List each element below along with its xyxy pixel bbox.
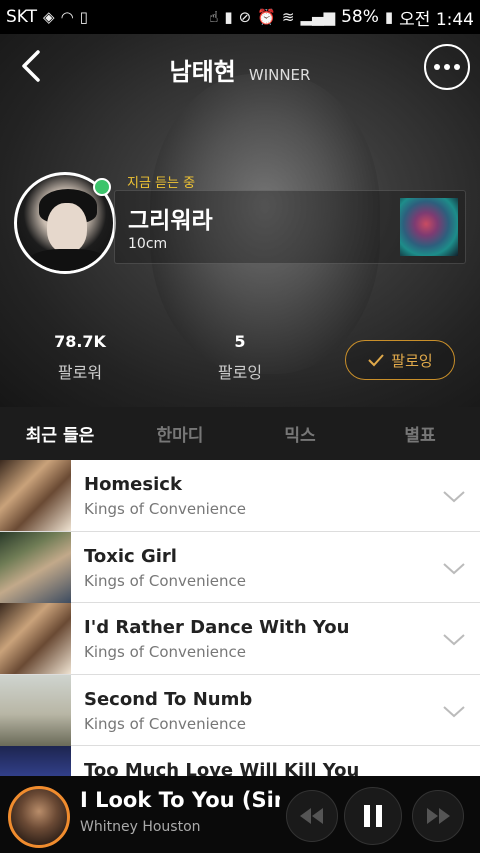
list-item[interactable]: Second To Numb Kings of Convenience <box>0 674 480 746</box>
battery-percent: 58% <box>341 7 379 27</box>
player-artist: Whitney Houston <box>80 819 201 835</box>
chevron-down-icon[interactable] <box>442 558 466 578</box>
more-dots-icon <box>444 64 450 70</box>
touch-icon: ☝ <box>209 8 219 26</box>
mini-player[interactable]: I Look To You (Sin… Whitney Houston <box>0 776 480 853</box>
recent-tracks-list: Homesick Kings of Convenience Toxic Girl… <box>0 460 480 776</box>
phone-icon: ▯ <box>79 8 88 26</box>
more-options-button[interactable] <box>424 44 470 90</box>
following-stat[interactable]: 5 팔로잉 <box>200 332 280 383</box>
top-bar: 남태현 WINNER <box>0 34 480 98</box>
pause-icon <box>364 805 382 827</box>
online-status-dot <box>93 178 111 196</box>
following-label: 팔로잉 <box>217 363 263 382</box>
wifi-icon: ≋ <box>281 8 295 26</box>
track-title: Second To Numb <box>84 688 253 710</box>
tab-comments[interactable]: 한마디 <box>120 407 240 460</box>
signal-icon: ▂▄▆ <box>300 8 336 26</box>
list-item[interactable]: Homesick Kings of Convenience <box>0 460 480 532</box>
now-listening-song: 그리워라 <box>128 208 213 234</box>
follow-button[interactable]: 팔로잉 <box>345 340 455 380</box>
followers-label: 팔로워 <box>57 363 103 382</box>
album-art <box>400 198 458 256</box>
profile-tabs: 최근 들은 한마디 믹스 별표 <box>0 407 480 460</box>
list-item[interactable]: I'd Rather Dance With You Kings of Conve… <box>0 603 480 675</box>
track-artist: Kings of Convenience <box>84 500 246 518</box>
track-artist: Kings of Convenience <box>84 643 246 661</box>
group-name: WINNER <box>248 66 311 84</box>
followers-stat[interactable]: 78.7K 팔로워 <box>40 332 120 383</box>
previous-button[interactable] <box>286 790 338 842</box>
track-artist: Kings of Convenience <box>84 714 246 733</box>
tab-recent[interactable]: 최근 들은 <box>0 407 120 460</box>
notification-icon: ◈ <box>43 8 55 26</box>
chevron-down-icon[interactable] <box>442 629 466 649</box>
tab-mix[interactable]: 믹스 <box>240 407 360 460</box>
vibrate-icon: ▮ <box>224 8 233 26</box>
now-listening-label: 지금 듣는 중 <box>127 176 196 191</box>
followers-count: 78.7K <box>54 332 106 351</box>
check-icon <box>368 354 385 367</box>
artist-name: 남태현 <box>169 58 236 86</box>
tab-starred[interactable]: 별표 <box>360 407 480 460</box>
album-art <box>0 746 71 776</box>
mute-icon: ⊘ <box>238 8 252 26</box>
more-dots-icon <box>454 64 460 70</box>
headphones-icon: ◠ <box>60 8 74 26</box>
track-artist: Kings of Convenience <box>84 571 246 590</box>
alarm-icon: ⏰ <box>257 8 276 26</box>
list-item[interactable]: Too Much Love Will Kill You <box>0 746 480 776</box>
track-title: Too Much Love Will Kill You <box>84 760 360 776</box>
player-song-title: I Look To You (Sin… <box>80 788 280 812</box>
now-listening-card[interactable]: 그리워라 10cm <box>114 190 466 264</box>
list-item[interactable]: Toxic Girl Kings of Convenience <box>0 531 480 603</box>
pause-button[interactable] <box>344 787 402 845</box>
carrier-label: SKT <box>6 7 38 27</box>
avatar-body <box>25 249 111 271</box>
track-title: Toxic Girl <box>84 545 177 567</box>
status-bar: SKT ◈ ◠ ▯ ☝ ▮ ⊘ ⏰ ≋ ▂▄▆ 58% ▮ 오전 1:44 <box>0 0 480 34</box>
following-count: 5 <box>234 332 246 351</box>
rewind-icon <box>300 808 323 824</box>
next-button[interactable] <box>412 790 464 842</box>
follow-button-label: 팔로잉 <box>391 351 433 370</box>
clock: 오전 1:44 <box>399 9 474 30</box>
album-art <box>0 531 71 603</box>
chevron-down-icon[interactable] <box>442 486 466 506</box>
more-dots-icon <box>434 64 440 70</box>
battery-icon: ▮ <box>384 8 394 26</box>
avatar-face <box>47 203 87 253</box>
track-title: Homesick <box>84 474 182 495</box>
chevron-down-icon[interactable] <box>442 701 466 721</box>
player-album-art[interactable] <box>8 786 70 848</box>
album-art <box>0 603 71 674</box>
album-art <box>0 674 71 746</box>
track-title: I'd Rather Dance With You <box>84 617 350 638</box>
album-art <box>0 460 71 531</box>
page-title: 남태현 WINNER <box>0 52 480 87</box>
fast-forward-icon <box>427 808 450 824</box>
now-listening-artist: 10cm <box>128 236 168 252</box>
